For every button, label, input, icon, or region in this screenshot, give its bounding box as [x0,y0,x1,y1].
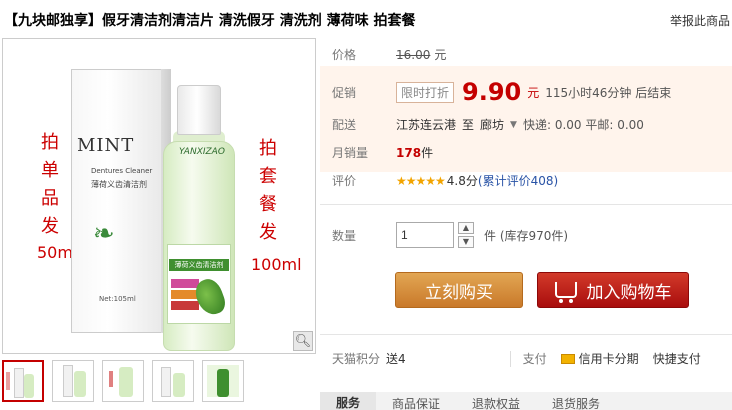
bundle-note: 拍 套 餐 发 [259,138,277,243]
quick-pay: 快捷支付 [652,352,701,366]
promo-row: 促销 限时打折 9.90 元 115小时46分钟 后结束 [332,78,671,106]
increase-icon[interactable]: ▲ [458,222,474,234]
thumbnail-strip [2,360,244,406]
sales-value: 178 [396,145,422,160]
delivery-label: 配送 [332,118,357,132]
promo-price: 9.90 [462,78,522,106]
decrease-icon[interactable]: ▼ [458,236,474,248]
rating-row: 评价 ★★★★★ 4.8分 (累计评价408) [332,172,558,189]
quantity-label: 数量 [332,228,357,243]
countdown-text: 115小时46分钟 后结束 [545,85,672,100]
points-label: 天猫积分 [332,352,381,366]
sales-label: 月销量 [332,146,369,160]
single-item-note: 拍 单 品 发 [41,132,59,237]
product-box [71,69,163,333]
tab-refund-rights[interactable]: 退款权益 [456,395,536,410]
add-to-cart-button[interactable]: 加入购物车 [537,272,689,308]
main-product-image[interactable]: 拍 单 品 发 50ml MINT Dentures Cleaner 薄荷义齿清… [2,38,316,354]
star-rating-icon: ★★★★★ [396,173,446,188]
payment-label: 支付 [522,352,547,366]
box-logo-icon: ❧ [93,219,115,249]
magnifier-icon[interactable]: 🔍︎ [293,331,313,351]
sales-unit: 件 [421,146,434,160]
separator [509,350,511,367]
quantity-input[interactable] [396,222,454,248]
thumbnail-3[interactable] [102,360,144,402]
promo-currency: 元 [527,85,540,100]
cart-icon [554,282,577,303]
thumbnail-5[interactable] [202,360,244,402]
destination-select[interactable]: 廊坊 [480,116,504,133]
promo-tag: 限时打折 [396,81,455,103]
review-count-link[interactable]: (累计评价408) [478,172,558,189]
box-subtitle-text: Dentures Cleaner [91,167,153,175]
rating-label: 评价 [332,174,357,188]
box-chinese-text: 薄荷义齿清洁剂 [91,180,147,189]
shipping-fees: 快递: 0.00 平邮: 0.00 [522,118,644,132]
box-volume-text: Net:105ml [99,295,136,303]
bottle-cap [177,85,221,135]
delivery-row: 配送 江苏连云港 至 廊坊 ▼ 快递: 0.00 平邮: 0.00 [332,116,644,133]
points-value: 送4 [386,352,406,366]
credit-card-installment: 信用卡分期 [578,352,639,366]
buy-now-button[interactable]: 立刻购买 [395,272,523,308]
tab-service[interactable]: 服务 [320,392,377,410]
report-link[interactable]: 举报此商品 [670,12,730,29]
divider [320,334,732,335]
ship-from: 江苏连云港 [396,118,457,132]
quantity-stepper: ▲ ▼ [458,222,474,248]
stock-text: 件 (库存970件) [484,228,569,243]
divider [320,204,732,205]
service-tabs: 服务 商品保证 退款权益 退货服务 [320,392,732,410]
tab-return-service[interactable]: 退货服务 [536,395,616,410]
bundle-amount: 100ml [251,255,302,274]
original-price-currency: 元 [434,48,447,62]
tab-product-guarantee[interactable]: 商品保证 [376,395,456,410]
bottle-band-text: 薄荷义齿清洁剂 [169,259,229,271]
extras-row: 天猫积分 送4 支付 信用卡分期 快捷支付 [332,350,701,367]
original-price: 16.00 [396,47,431,62]
promo-label: 促销 [332,85,357,100]
product-title: 【九块邮独享】假牙清洁剂清洁片 清洗假牙 清洗剂 薄荷味 拍套餐 [4,13,416,29]
box-brand-text: MINT [77,135,135,156]
sales-row: 月销量 178 件 [332,144,433,161]
price-label: 价格 [332,48,357,62]
quantity-row: 数量 ▲ ▼ 件 (库存970件) [332,222,568,248]
thumbnail-2[interactable] [52,360,94,402]
rating-score: 4.8分 [446,174,478,188]
credit-card-icon [560,352,579,366]
bottle-feature-tags [171,279,199,312]
price-row: 价格 16.00 元 [332,46,446,63]
bottle-brand-text: YANXIZAO [179,147,225,157]
ship-to-word: 至 [462,118,475,132]
chevron-down-icon[interactable]: ▼ [510,120,517,130]
thumbnail-1[interactable] [2,360,44,402]
thumbnail-4[interactable] [152,360,194,402]
